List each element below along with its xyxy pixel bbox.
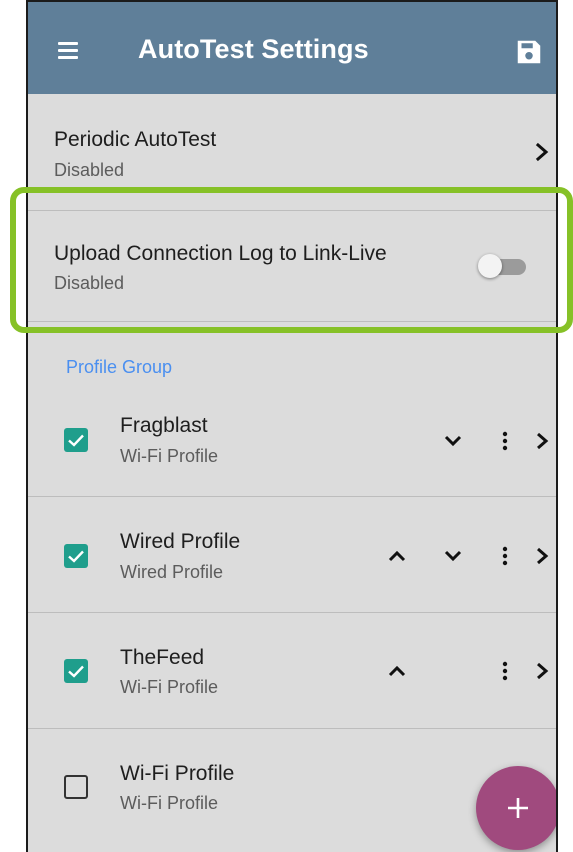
profile-checkbox[interactable] <box>64 775 88 799</box>
profile-checkbox[interactable] <box>64 428 88 452</box>
move-up-icon[interactable] <box>384 658 410 684</box>
more-vert-icon[interactable] <box>492 658 518 684</box>
save-icon[interactable] <box>514 37 544 67</box>
move-up-icon[interactable] <box>384 543 410 569</box>
profile-name: Fragblast <box>120 414 208 437</box>
check-icon <box>68 434 84 447</box>
chevron-right-icon[interactable] <box>532 546 552 566</box>
profile-checkbox[interactable] <box>64 659 88 683</box>
profile-row-wifi[interactable]: Wi-Fi Profile Wi-Fi Profile <box>28 729 556 852</box>
profile-checkbox[interactable] <box>64 544 88 568</box>
profile-name: Wi-Fi Profile <box>120 762 235 785</box>
plus-icon <box>508 798 528 818</box>
more-vert-icon[interactable] <box>492 543 518 569</box>
phone-screen: AutoTest Settings Periodic AutoTest Disa… <box>26 0 558 852</box>
profile-row-thefeed[interactable]: TheFeed Wi-Fi Profile <box>28 613 556 728</box>
profile-type: Wi-Fi Profile <box>120 446 218 466</box>
upload-log-toggle[interactable] <box>476 251 530 281</box>
periodic-autotest-title: Periodic AutoTest <box>54 128 217 151</box>
more-vert-icon[interactable] <box>492 428 518 454</box>
chevron-right-icon[interactable] <box>532 661 552 681</box>
periodic-autotest-row[interactable]: Periodic AutoTest Disabled <box>28 94 556 210</box>
profile-type: Wired Profile <box>120 562 224 582</box>
check-icon <box>68 665 84 678</box>
divider <box>28 321 556 322</box>
profile-group-header: Profile Group <box>66 357 173 377</box>
move-down-icon[interactable] <box>440 543 466 569</box>
profile-row-wired[interactable]: Wired Profile Wired Profile <box>28 497 556 612</box>
toggle-knob <box>478 254 502 278</box>
periodic-autotest-value: Disabled <box>54 160 125 180</box>
page-title: AutoTest Settings <box>138 34 369 64</box>
profile-row-fragblast[interactable]: Fragblast Wi-Fi Profile <box>28 380 556 496</box>
profile-type: Wi-Fi Profile <box>120 793 218 813</box>
upload-connection-log-value: Disabled <box>54 273 125 293</box>
profile-name: Wired Profile <box>120 530 241 553</box>
menu-icon[interactable] <box>58 42 78 59</box>
profile-type: Wi-Fi Profile <box>120 677 218 697</box>
chevron-right-icon <box>535 142 549 162</box>
check-icon <box>68 550 84 563</box>
profile-name: TheFeed <box>120 646 205 669</box>
add-profile-button[interactable] <box>476 766 556 850</box>
app-bar: AutoTest Settings <box>28 2 556 94</box>
upload-connection-log-title: Upload Connection Log to Link-Live <box>54 242 387 265</box>
chevron-right-icon[interactable] <box>532 431 552 451</box>
move-down-icon[interactable] <box>440 428 466 454</box>
